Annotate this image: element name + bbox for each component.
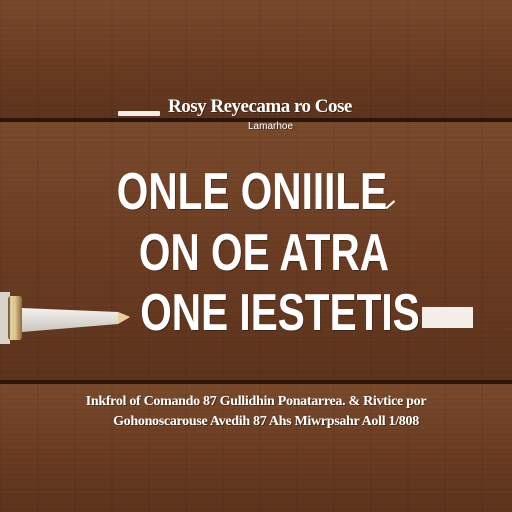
header-rule	[118, 111, 160, 116]
pen-tick-icon	[385, 200, 395, 209]
headline-line-3: ONE IESTETIS	[140, 284, 420, 342]
headline-line-2: ON OE ATRA	[138, 224, 390, 282]
footer-line-1: Inkfrol of Comando 87 Gullidhin Ponatarr…	[85, 394, 427, 409]
dash-bar	[422, 307, 473, 328]
header-title: Rosy Reyecama ro Cose	[168, 96, 352, 117]
pen-knife-icon	[0, 292, 130, 344]
header-subtitle: Lamarhoe	[248, 121, 294, 132]
headline-line-1: ONLE ONIIILE	[116, 163, 388, 221]
footer-line-2: Gohonoscarouse Avedih 87 Ahs Miwrpsahr A…	[113, 414, 419, 429]
